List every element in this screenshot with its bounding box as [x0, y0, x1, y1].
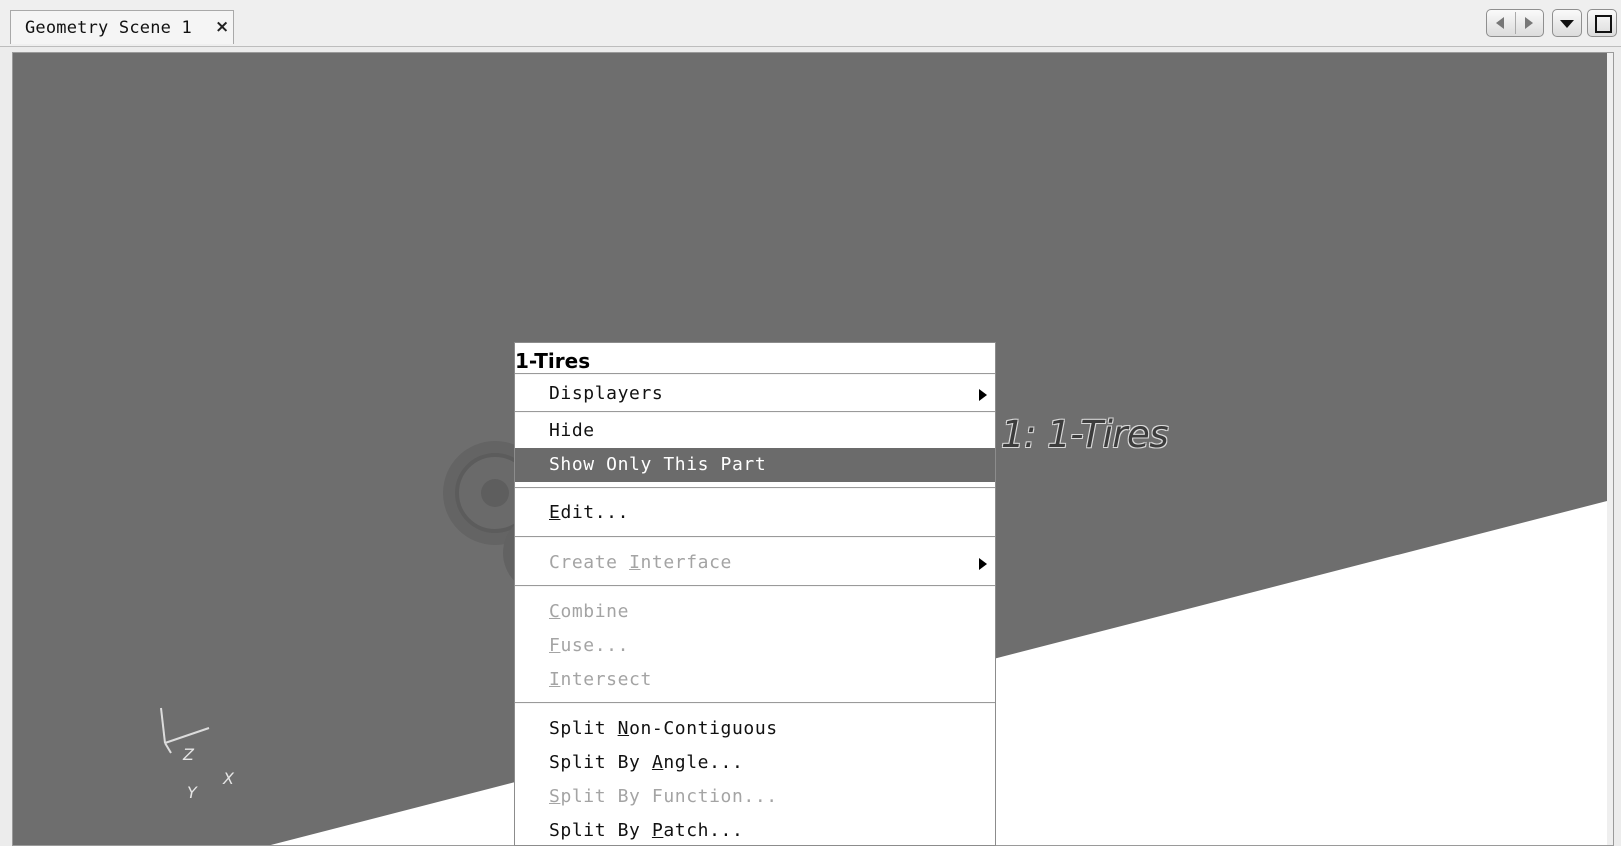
menu-item-label: Split By Patch...: [549, 820, 744, 841]
menu-separator: [515, 536, 995, 538]
axis-y-label: Y: [187, 783, 197, 802]
menu-item-label: Hide: [549, 420, 595, 441]
menu-item-show-only-this-part[interactable]: Show Only This Part: [515, 448, 995, 482]
menu-title: 1-Tires: [515, 349, 591, 373]
menu-item-split-by-angle[interactable]: Split By Angle...: [515, 746, 995, 780]
menu-item-displayers[interactable]: Displayers: [515, 377, 995, 411]
menu-item-fuse[interactable]: Fuse...: [515, 629, 995, 663]
tab-geometry-scene-1[interactable]: Geometry Scene 1 ×: [10, 10, 234, 44]
menu-item-label: Intersect: [549, 669, 652, 690]
menu-item-split-by-function[interactable]: Split By Function...: [515, 780, 995, 814]
context-menu: 1-Tires Displayers Hide Show Only This P…: [514, 342, 996, 846]
app-window: Geometry Scene 1 × 1: 1-Tires Z Y X 1-Ti…: [0, 0, 1621, 846]
tab-bar: Geometry Scene 1 ×: [0, 0, 1621, 47]
chevron-left-icon[interactable]: [1496, 17, 1504, 29]
part-label: 1: 1-Tires: [1001, 413, 1169, 456]
menu-item-label: Split By Function...: [549, 786, 778, 807]
tab-navigation-group: [1486, 9, 1544, 37]
menu-separator: [515, 411, 995, 413]
nav-divider: [1515, 12, 1516, 34]
menu-item-label: Show Only This Part: [549, 454, 767, 475]
tire-hub: [481, 479, 509, 507]
menu-item-label: Create Interface: [549, 552, 732, 573]
submenu-arrow-icon: [979, 389, 987, 401]
chevron-right-icon[interactable]: [1525, 17, 1533, 29]
submenu-arrow-icon: [979, 558, 987, 570]
menu-item-label: Combine: [549, 601, 630, 622]
menu-separator: [515, 487, 995, 489]
tab-list-button[interactable]: [1552, 9, 1582, 37]
menu-item-label: Split Non-Contiguous: [549, 718, 778, 739]
menu-separator: [515, 373, 995, 375]
menu-separator: [515, 702, 995, 704]
menu-item-create-interface[interactable]: Create Interface: [515, 546, 995, 580]
maximize-icon: [1595, 15, 1612, 33]
axis-z-label: Z: [183, 745, 194, 764]
axis-x-label: X: [223, 769, 234, 788]
menu-item-label: Edit...: [549, 502, 630, 523]
menu-item-intersect[interactable]: Intersect: [515, 663, 995, 697]
menu-item-edit[interactable]: Edit...: [515, 496, 995, 530]
menu-item-combine[interactable]: Combine: [515, 595, 995, 629]
viewport-scrollbar[interactable]: [1607, 53, 1614, 846]
close-icon[interactable]: ×: [215, 17, 229, 37]
menu-item-label: Split By Angle...: [549, 752, 744, 773]
menu-item-split-by-patch[interactable]: Split By Patch...: [515, 814, 995, 845]
tab-title: Geometry Scene 1: [25, 18, 192, 38]
menu-item-label: Displayers: [549, 383, 664, 404]
maximize-button[interactable]: [1587, 9, 1617, 37]
menu-separator: [515, 585, 995, 587]
menu-item-label: Fuse...: [549, 635, 630, 656]
menu-item-split-non-contiguous[interactable]: Split Non-Contiguous: [515, 712, 995, 746]
menu-item-hide[interactable]: Hide: [515, 414, 995, 448]
chevron-down-icon: [1560, 20, 1574, 28]
